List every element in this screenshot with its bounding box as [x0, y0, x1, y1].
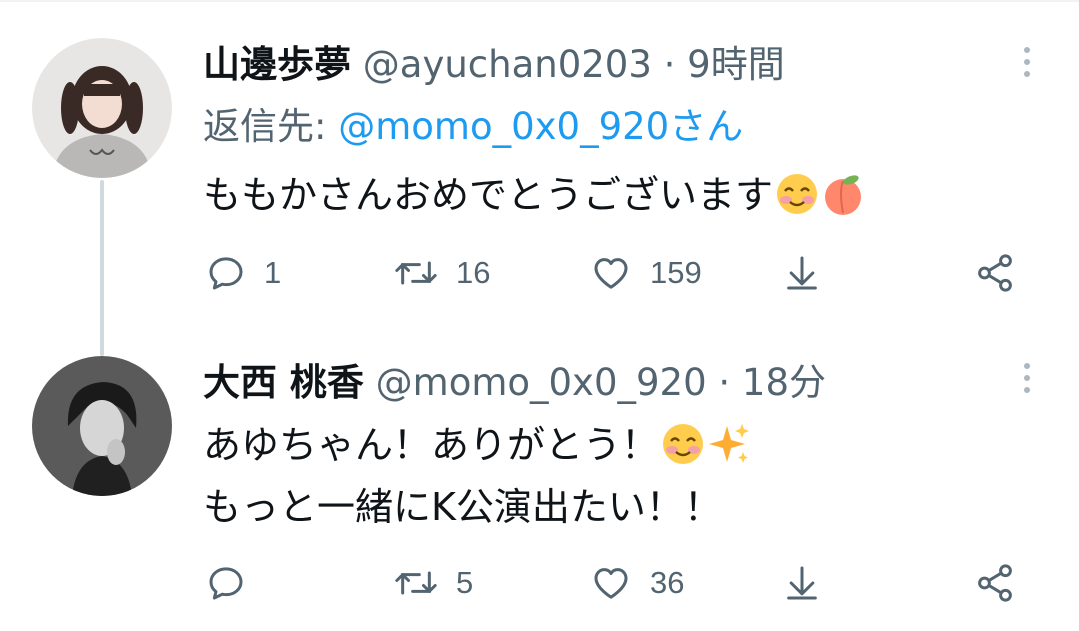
retweet-button[interactable]: 5: [394, 558, 473, 608]
avatar-momo[interactable]: [32, 356, 172, 496]
timestamp[interactable]: 9時間: [687, 43, 785, 86]
share-icon: [978, 564, 1012, 602]
dot-icon: [1024, 71, 1030, 77]
reply-count: 1: [264, 255, 282, 290]
arrow-down-icon: [787, 256, 817, 290]
retweet-icon: [395, 261, 437, 285]
heart-icon: [594, 258, 628, 289]
reply-icon: [209, 567, 243, 600]
share-download-button[interactable]: [782, 558, 822, 608]
peach-emoji: [825, 175, 862, 215]
top-divider: [0, 0, 1079, 2]
sparkles-emoji: [709, 424, 750, 463]
avatar-photo: [32, 38, 172, 178]
share-download-button[interactable]: [782, 248, 822, 298]
retweet-icon: [395, 571, 437, 595]
reply-icon: [209, 257, 243, 290]
dot-icon: [1024, 375, 1030, 381]
tweet-text: ももかさんおめでとうございます: [203, 164, 865, 226]
user-handle[interactable]: @momo_0x0_920: [376, 361, 707, 404]
display-name[interactable]: 山邊歩夢: [203, 43, 351, 86]
dot-icon: [1024, 47, 1030, 53]
like-count: 159: [650, 255, 702, 290]
heart-icon: [594, 568, 628, 599]
dot-icon: [1024, 387, 1030, 393]
tweet-actions-2: 5 36: [0, 558, 1079, 608]
like-button[interactable]: 36: [590, 558, 684, 608]
more-options-button[interactable]: [1010, 42, 1044, 82]
tweet-actions-1: 1 16 159: [0, 248, 1079, 298]
share-button[interactable]: [974, 558, 1016, 608]
retweet-count: 16: [456, 255, 491, 290]
tweet-text-line: ももかさんおめでとうございます: [203, 173, 774, 217]
tweet-text: あゆちゃん！ありがとう！ もっと一緒にK公演出たい！！: [203, 414, 751, 538]
tweet-header: 山邊歩夢 @ayuchan0203 · 9時間: [203, 42, 785, 88]
dot-icon: [1024, 59, 1030, 65]
dot-icon: [1024, 363, 1030, 369]
avatar-ayuchan[interactable]: [32, 38, 172, 178]
tweet-header: 大西 桃香 @momo_0x0_920 · 18分: [203, 360, 826, 406]
smiling-blush-emoji: [663, 424, 704, 464]
reply-button[interactable]: [206, 558, 264, 608]
like-button[interactable]: 159: [590, 248, 702, 298]
reply-button[interactable]: 1: [206, 248, 281, 298]
tweet-text-line: もっと一緒にK公演出たい！！: [203, 485, 722, 529]
retweet-button[interactable]: 16: [394, 248, 490, 298]
smiling-blush-emoji: [777, 174, 818, 214]
separator-dot: ·: [663, 43, 676, 86]
like-count: 36: [650, 565, 685, 600]
user-handle[interactable]: @ayuchan0203: [363, 43, 652, 86]
retweet-count: 5: [456, 565, 474, 600]
timestamp[interactable]: 18分: [742, 361, 826, 404]
share-button[interactable]: [974, 248, 1016, 298]
separator-dot: ·: [718, 361, 731, 404]
more-options-button[interactable]: [1010, 358, 1044, 398]
reply-mention-link[interactable]: @momo_0x0_920さん: [338, 105, 743, 148]
arrow-down-icon: [787, 566, 817, 600]
avatar-photo: [32, 356, 172, 496]
reply-to-label: 返信先:: [203, 105, 327, 148]
share-icon: [978, 254, 1012, 292]
reply-to-line: 返信先: @momo_0x0_920さん: [203, 104, 743, 150]
tweet-text-line: あゆちゃん！ありがとう！: [203, 423, 660, 467]
display-name[interactable]: 大西 桃香: [203, 361, 364, 404]
